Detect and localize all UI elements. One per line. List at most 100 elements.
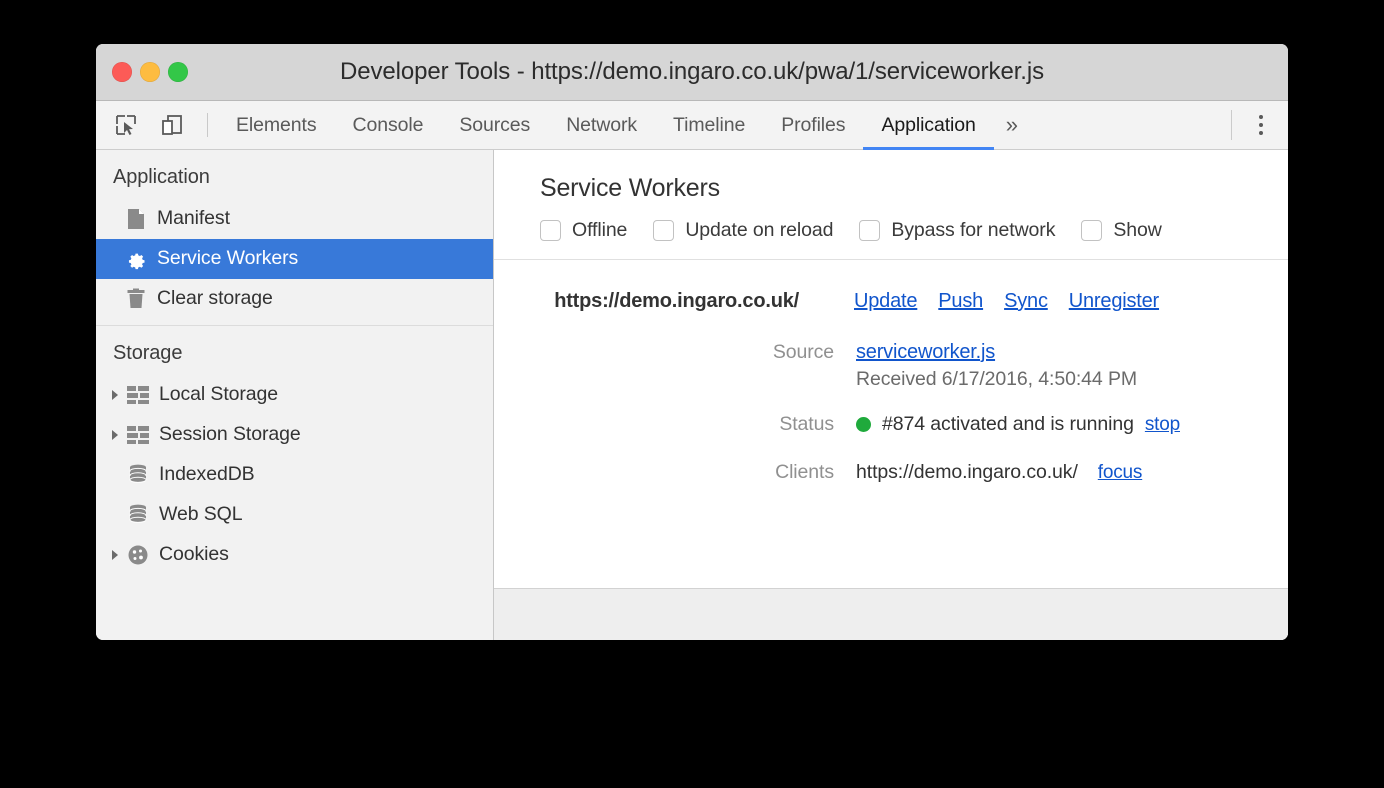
- show-all-checkbox[interactable]: [1081, 220, 1103, 241]
- trash-icon: [124, 287, 148, 311]
- tab-application[interactable]: Application: [863, 101, 995, 150]
- sidebar-item-clear-storage[interactable]: Clear storage: [96, 279, 493, 319]
- sidebar-item-label: Clear storage: [157, 287, 273, 310]
- update-link[interactable]: Update: [854, 290, 917, 313]
- toolbar-separator: [207, 113, 208, 137]
- sidebar-item-label: Manifest: [157, 207, 230, 230]
- devtools-window: Developer Tools - https://demo.ingaro.co…: [96, 44, 1288, 640]
- service-workers-header: Service Workers Offline Update on reload…: [494, 150, 1288, 259]
- source-row: Source serviceworker.js: [494, 341, 1288, 364]
- expand-arrow-icon[interactable]: [106, 546, 124, 564]
- tab-console[interactable]: Console: [335, 101, 442, 149]
- gear-icon: [124, 247, 148, 271]
- client-url: https://demo.ingaro.co.uk/: [856, 461, 1078, 483]
- registration-scope-row: https://demo.ingaro.co.uk/ Update Push S…: [494, 290, 1288, 313]
- sidebar-item-label: Local Storage: [159, 383, 279, 406]
- stop-link[interactable]: stop: [1145, 414, 1180, 436]
- tabbar-right-group: [1231, 101, 1288, 149]
- bypass-for-network-checkbox[interactable]: [859, 220, 881, 241]
- database-icon: [126, 503, 150, 527]
- option-label: Offline: [572, 219, 628, 241]
- devtools-tabbar: Elements Console Sources Network Timelin…: [96, 101, 1288, 150]
- table-icon: [126, 423, 150, 447]
- sidebar-section-application: Application Manifest Service Workers Cle…: [96, 150, 493, 325]
- minimize-window-button[interactable]: [140, 62, 160, 82]
- registration-actions: Update Push Sync Unregister: [799, 290, 1159, 313]
- focus-link[interactable]: focus: [1098, 462, 1143, 484]
- page-title: Service Workers: [540, 174, 720, 202]
- service-worker-registration: https://demo.ingaro.co.uk/ Update Push S…: [494, 260, 1288, 588]
- cookie-icon: [126, 543, 150, 567]
- window-titlebar: Developer Tools - https://demo.ingaro.co…: [96, 44, 1288, 101]
- tab-label: Network: [566, 113, 638, 136]
- maximize-window-button[interactable]: [168, 62, 188, 82]
- tab-timeline[interactable]: Timeline: [655, 101, 763, 149]
- kebab-dot: [1259, 115, 1263, 119]
- document-icon: [124, 207, 148, 231]
- sidebar-item-service-workers[interactable]: Service Workers: [96, 239, 493, 279]
- status-indicator-dot: [856, 417, 871, 432]
- panel-tabs: Elements Console Sources Network Timelin…: [218, 101, 1030, 150]
- tab-label: Application: [881, 113, 976, 136]
- kebab-dot: [1259, 123, 1263, 127]
- tab-elements[interactable]: Elements: [218, 101, 335, 149]
- offline-checkbox[interactable]: [540, 220, 561, 241]
- devtools-body: Application Manifest Service Workers Cle…: [96, 150, 1288, 640]
- table-icon: [126, 383, 150, 407]
- sync-link[interactable]: Sync: [1004, 290, 1048, 313]
- tabbar-separator: [1231, 110, 1232, 140]
- option-label: Bypass for network: [891, 219, 1056, 241]
- sidebar-item-label: Service Workers: [157, 247, 299, 270]
- option-offline[interactable]: Offline: [540, 219, 627, 242]
- tab-label: Sources: [459, 113, 531, 136]
- expand-arrow-icon[interactable]: [106, 386, 124, 404]
- option-label: Update on reload: [685, 219, 834, 241]
- sidebar-item-local-storage[interactable]: Local Storage: [96, 375, 493, 415]
- tab-label: Console: [352, 113, 424, 136]
- option-show-all[interactable]: Show: [1081, 219, 1162, 242]
- service-worker-options: Offline Update on reload Bypass for netw…: [540, 219, 1288, 259]
- more-options-icon[interactable]: [1248, 110, 1274, 140]
- option-bypass-for-network[interactable]: Bypass for network: [859, 219, 1055, 242]
- sidebar-item-web-sql[interactable]: Web SQL: [96, 495, 493, 535]
- clients-label: Clients: [775, 461, 834, 483]
- inspect-element-icon[interactable]: [109, 108, 143, 142]
- sidebar-section-storage: Storage Local Storage Session Storage In…: [96, 325, 493, 581]
- application-sidebar: Application Manifest Service Workers Cle…: [96, 150, 494, 640]
- device-toolbar-icon[interactable]: [155, 108, 189, 142]
- close-window-button[interactable]: [112, 62, 132, 82]
- panel-footer: [494, 588, 1288, 640]
- sidebar-item-label: IndexedDB: [159, 463, 255, 486]
- option-update-on-reload[interactable]: Update on reload: [653, 219, 833, 242]
- tabs-overflow-icon[interactable]: »: [994, 101, 1030, 149]
- status-text: #874 activated and is running: [882, 413, 1134, 435]
- source-file-link[interactable]: serviceworker.js: [856, 341, 995, 363]
- toolbar-icons: [96, 101, 218, 149]
- tab-sources[interactable]: Sources: [441, 101, 548, 149]
- sidebar-item-session-storage[interactable]: Session Storage: [96, 415, 493, 455]
- sidebar-item-label: Web SQL: [159, 503, 243, 526]
- chevron-double-right-icon: »: [1005, 112, 1018, 137]
- tab-label: Timeline: [673, 113, 746, 136]
- tab-network[interactable]: Network: [548, 101, 655, 149]
- unregister-link[interactable]: Unregister: [1069, 290, 1159, 313]
- push-link[interactable]: Push: [938, 290, 983, 313]
- update-on-reload-checkbox[interactable]: [653, 220, 675, 241]
- sidebar-item-indexeddb[interactable]: IndexedDB: [96, 455, 493, 495]
- clients-row: Clients https://demo.ingaro.co.uk/ focus: [494, 461, 1288, 484]
- sidebar-item-cookies[interactable]: Cookies: [96, 535, 493, 575]
- status-label: Status: [779, 413, 834, 435]
- sidebar-item-label: Cookies: [159, 543, 229, 566]
- tab-profiles[interactable]: Profiles: [763, 101, 863, 149]
- kebab-dot: [1259, 131, 1263, 135]
- sidebar-section-header: Storage: [113, 342, 183, 364]
- database-icon: [126, 463, 150, 487]
- source-label: Source: [772, 341, 834, 363]
- window-title: Developer Tools - https://demo.ingaro.co…: [340, 58, 1044, 85]
- sidebar-item-manifest[interactable]: Manifest: [96, 199, 493, 239]
- status-row: Status #874 activated and is running sto…: [494, 413, 1288, 436]
- registration-scope: https://demo.ingaro.co.uk/: [554, 290, 799, 312]
- sidebar-section-header: Application: [113, 166, 210, 188]
- option-label: Show: [1113, 219, 1162, 241]
- expand-arrow-icon[interactable]: [106, 426, 124, 444]
